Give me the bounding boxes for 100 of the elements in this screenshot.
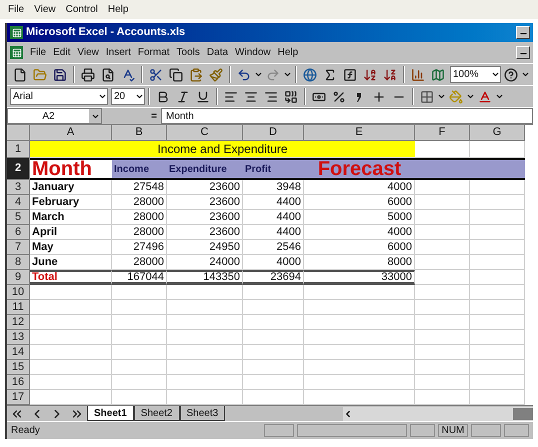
menu-item[interactable]: Edit: [53, 45, 70, 60]
table-cell: 4000: [304, 180, 415, 195]
menu-item[interactable]: Insert: [106, 45, 131, 60]
minimize-button[interactable]: [516, 26, 530, 39]
row-header[interactable]: 11: [7, 300, 30, 315]
table-cell: 28000: [112, 255, 167, 270]
row-header[interactable]: 14: [7, 345, 30, 360]
scroll-left-icon[interactable]: [343, 408, 353, 418]
minimize-button[interactable]: [516, 46, 530, 59]
row-header[interactable]: 10: [7, 285, 30, 300]
row-header[interactable]: 8: [7, 255, 30, 270]
table-cell: 4400: [243, 210, 304, 225]
row-header[interactable]: 9: [7, 270, 30, 285]
title-cell: Income and Expenditure: [30, 141, 415, 158]
empty-cell: [470, 300, 525, 315]
empty-cell: [415, 180, 470, 195]
table-cell: 4000: [304, 225, 415, 240]
row-header[interactable]: 2: [7, 158, 30, 180]
column-header[interactable]: G: [470, 125, 525, 141]
table-cell: 6000: [304, 240, 415, 255]
sheet-tab[interactable]: Sheet2: [134, 406, 180, 421]
column-header[interactable]: B: [112, 125, 167, 141]
empty-cell: [470, 255, 525, 270]
empty-cell: [470, 375, 525, 390]
empty-cell: [470, 270, 525, 285]
menu-item[interactable]: File: [30, 45, 46, 60]
status-panel: [264, 424, 294, 437]
formula-field[interactable]: Month: [161, 108, 533, 124]
status-panel: [471, 424, 501, 437]
column-header[interactable]: F: [415, 125, 470, 141]
row-header[interactable]: 1: [7, 141, 30, 158]
row-header[interactable]: 13: [7, 330, 30, 345]
column-header[interactable]: A: [30, 125, 112, 141]
table-cell: 28000: [112, 195, 167, 210]
menu-item[interactable]: View: [77, 45, 99, 60]
menu-item[interactable]: Window: [235, 45, 271, 60]
status-panel: [504, 424, 529, 437]
row-header[interactable]: 3: [7, 180, 30, 195]
empty-cell: [112, 315, 167, 330]
sheet-tab[interactable]: Sheet3: [180, 406, 226, 421]
row-header[interactable]: 12: [7, 315, 30, 330]
empty-cell: [243, 315, 304, 330]
empty-cell: [415, 225, 470, 240]
menu-item[interactable]: Control: [66, 2, 98, 17]
table-cell: 33000: [304, 270, 415, 285]
empty-cell: [112, 300, 167, 315]
table-cell: 23600: [167, 180, 243, 195]
empty-cell: [415, 390, 470, 405]
empty-cell: [470, 315, 525, 330]
menu-item[interactable]: Data: [206, 45, 228, 60]
row-header[interactable]: 4: [7, 195, 30, 210]
empty-cell: [415, 375, 470, 390]
table-cell: Total: [30, 270, 112, 285]
empty-cell: [415, 195, 470, 210]
column-header[interactable]: E: [304, 125, 415, 141]
table-cell: June: [30, 255, 112, 270]
empty-cell: [112, 360, 167, 375]
row-header[interactable]: 6: [7, 225, 30, 240]
empty-cell: [470, 390, 525, 405]
zoom-field[interactable]: 100%: [450, 66, 501, 83]
large-header-cell: Month: [30, 158, 112, 180]
table-cell: 4000: [243, 255, 304, 270]
row-header[interactable]: 16: [7, 375, 30, 390]
equals-button[interactable]: =: [102, 108, 161, 124]
table-cell: 143350: [167, 270, 243, 285]
menu-item[interactable]: Help: [108, 2, 128, 17]
empty-cell: [243, 330, 304, 345]
font-field[interactable]: Arial: [10, 88, 108, 105]
menu-item[interactable]: File: [8, 2, 24, 17]
name-box[interactable]: A2: [7, 108, 102, 124]
table-cell: 3948: [243, 180, 304, 195]
menu-item[interactable]: View: [34, 2, 56, 17]
font-size-field[interactable]: 20: [111, 88, 145, 105]
row-header[interactable]: 17: [7, 390, 30, 405]
table-cell: 28000: [112, 225, 167, 240]
empty-cell: [470, 330, 525, 345]
row-header[interactable]: 7: [7, 240, 30, 255]
table-cell: 23600: [167, 195, 243, 210]
empty-cell: [243, 360, 304, 375]
empty-cell: [470, 195, 525, 210]
horizontal-scrollbar[interactable]: [343, 406, 533, 420]
table-cell: 27548: [112, 180, 167, 195]
scroll-thumb[interactable]: [513, 408, 533, 420]
empty-cell: [470, 285, 525, 300]
empty-cell: [112, 345, 167, 360]
empty-cell: [470, 345, 525, 360]
row-header[interactable]: 15: [7, 360, 30, 375]
row-header[interactable]: 5: [7, 210, 30, 225]
column-header[interactable]: C: [167, 125, 243, 141]
column-header[interactable]: D: [243, 125, 304, 141]
menu-item[interactable]: Help: [278, 45, 298, 60]
status-panel: [410, 424, 435, 437]
header-cell: Profit: [243, 158, 304, 180]
spreadsheet-app-icon: [10, 26, 23, 39]
workbook-icon[interactable]: [10, 46, 23, 59]
empty-cell: [415, 240, 470, 255]
table-cell: 4400: [243, 225, 304, 240]
menu-item[interactable]: Tools: [176, 45, 200, 60]
menu-item[interactable]: Format: [138, 45, 170, 60]
sheet-tab[interactable]: Sheet1: [87, 406, 134, 421]
